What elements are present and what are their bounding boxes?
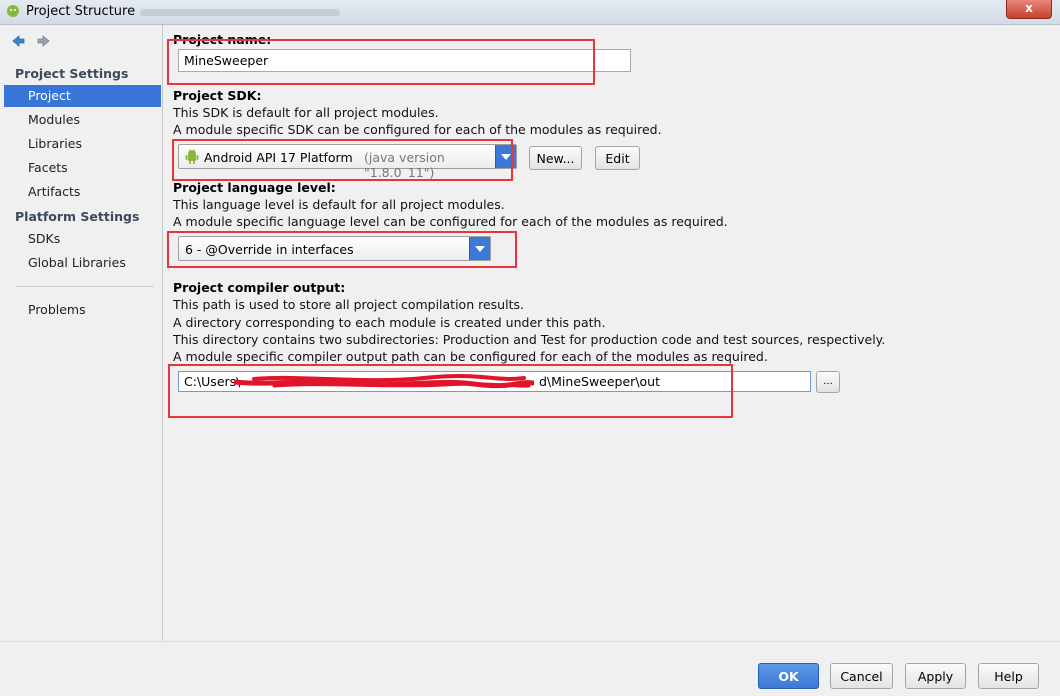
project-sdk-select[interactable]: Android API 17 Platform (java version "1…: [178, 144, 517, 180]
sidebar-divider: [16, 286, 154, 287]
platform-settings-header: Platform Settings: [15, 209, 140, 224]
window-title: Project Structure: [26, 4, 136, 19]
sidebar-item-global-libraries[interactable]: Global Libraries: [4, 252, 161, 274]
project-sdk-desc-2: A module specific SDK can be configured …: [173, 122, 662, 137]
language-level-dropdown-arrow[interactable]: [469, 237, 490, 260]
project-sdk-selected: Android API 17 Platform: [204, 150, 353, 165]
android-icon: [185, 149, 199, 164]
main-panel: Project name: Project SDK: This SDK is d…: [163, 25, 1060, 641]
language-level-selected: 6 - @Override in interfaces: [185, 242, 354, 257]
project-sdk-label: Project SDK:: [173, 88, 262, 103]
compiler-output-path-input[interactable]: C:\Users\ d\MineSweeper\out: [178, 371, 811, 392]
ok-button[interactable]: OK: [758, 663, 819, 689]
sidebar-item-sdks[interactable]: SDKs: [4, 228, 161, 250]
blurred-title-menu: [140, 9, 340, 16]
chevron-down-icon: [501, 153, 511, 160]
dialog-footer: OK Cancel Apply Help: [0, 641, 1060, 696]
nav-arrows: [10, 33, 58, 51]
chevron-down-icon: [475, 245, 485, 252]
apply-button[interactable]: Apply: [905, 663, 966, 689]
close-button[interactable]: x: [1006, 0, 1052, 19]
project-sdk-detail: (java version "1.8.0_11"): [364, 150, 445, 180]
project-sdk-desc-1: This SDK is default for all project modu…: [173, 105, 439, 120]
app-icon: [7, 5, 19, 17]
sidebar: Project Settings Project Modules Librari…: [0, 25, 163, 641]
compiler-output-path-end: d\MineSweeper\out: [539, 374, 661, 389]
language-level-label: Project language level:: [173, 180, 336, 195]
sidebar-item-project[interactable]: Project: [4, 85, 161, 107]
browse-output-button[interactable]: ...: [816, 371, 840, 393]
compiler-output-desc-2: A directory corresponding to each module…: [173, 315, 606, 330]
compiler-output-desc-4: A module specific compiler output path c…: [173, 349, 768, 364]
language-level-desc-2: A module specific language level can be …: [173, 214, 728, 229]
project-settings-header: Project Settings: [15, 66, 129, 81]
language-level-select[interactable]: 6 - @Override in interfaces: [178, 236, 491, 261]
compiler-output-desc-1: This path is used to store all project c…: [173, 297, 524, 312]
edit-sdk-button[interactable]: Edit: [595, 146, 640, 170]
help-button[interactable]: Help: [978, 663, 1039, 689]
new-sdk-button[interactable]: New...: [529, 146, 582, 170]
sidebar-item-modules[interactable]: Modules: [4, 109, 161, 131]
project-sdk-dropdown-arrow[interactable]: [495, 145, 516, 168]
sidebar-item-artifacts[interactable]: Artifacts: [4, 181, 161, 203]
title-bar: Project Structure x: [0, 0, 1060, 25]
compiler-output-path-start: C:\Users\: [184, 374, 241, 389]
project-name-label: Project name:: [173, 32, 272, 47]
redaction-scribble: [234, 374, 534, 389]
compiler-output-desc-3: This directory contains two subdirectori…: [173, 332, 886, 347]
sidebar-item-facets[interactable]: Facets: [4, 157, 161, 179]
compiler-output-label: Project compiler output:: [173, 280, 346, 295]
sidebar-item-problems[interactable]: Problems: [4, 299, 161, 321]
language-level-desc-1: This language level is default for all p…: [173, 197, 505, 212]
sidebar-item-libraries[interactable]: Libraries: [4, 133, 161, 155]
back-arrow-icon[interactable]: [10, 33, 26, 49]
project-name-input[interactable]: [178, 49, 631, 72]
forward-arrow-icon[interactable]: [36, 33, 52, 49]
cancel-button[interactable]: Cancel: [830, 663, 893, 689]
